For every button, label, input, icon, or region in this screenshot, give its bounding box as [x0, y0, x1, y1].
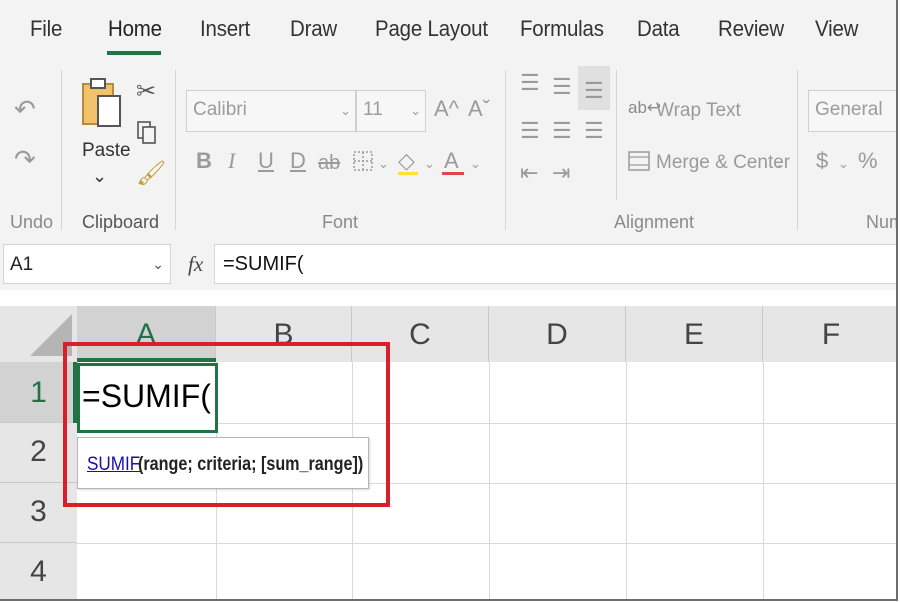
fx-icon: fx [188, 252, 204, 276]
excel-window: File Home Insert Draw Page Layout Formul… [0, 0, 898, 601]
chevron-down-icon[interactable]: ⌄ [424, 156, 435, 172]
align-middle-icon[interactable]: ☰ [552, 76, 572, 98]
group-label-undo: Undo [10, 212, 54, 232]
cut-icon[interactable]: ✂ [136, 80, 156, 104]
column-header-f[interactable]: F [763, 306, 896, 362]
highlight-box [63, 342, 390, 507]
number-format-value: General [815, 99, 883, 120]
group-label-font: Font [322, 212, 359, 232]
column-header-e[interactable]: E [626, 306, 763, 362]
align-right-icon[interactable]: ☰ [584, 120, 604, 142]
font-size-value: 11 [363, 99, 383, 120]
divider [175, 70, 176, 230]
tab-review[interactable]: Review [718, 16, 784, 42]
divider [61, 70, 62, 230]
tab-view[interactable]: View [815, 16, 858, 42]
fill-color-swatch [398, 172, 418, 175]
tab-file[interactable]: File [30, 16, 62, 42]
group-label-alignment: Alignment [614, 212, 695, 232]
insert-function-button[interactable]: fx [174, 244, 214, 284]
merge-center-button[interactable]: Merge & Center [656, 152, 790, 174]
wrap-text-button[interactable]: Wrap Text [656, 100, 741, 122]
tab-page-layout[interactable]: Page Layout [375, 16, 488, 42]
increase-font-size-button[interactable]: A^ [434, 96, 459, 122]
increase-indent-icon[interactable]: ⇥ [552, 162, 570, 184]
borders-icon[interactable] [352, 150, 378, 174]
tab-home[interactable]: Home [108, 16, 162, 42]
column-header-d[interactable]: D [489, 306, 626, 362]
font-color-button[interactable]: A [444, 148, 459, 174]
paste-label: Paste [82, 140, 131, 161]
font-color-swatch [442, 172, 464, 175]
chevron-down-icon: ⌄ [92, 166, 108, 186]
group-label-number: Num [866, 212, 896, 232]
font-family-value: Calibri [193, 99, 247, 120]
chevron-down-icon: ⌄ [410, 103, 421, 118]
tab-draw[interactable]: Draw [290, 16, 337, 42]
gridline [77, 543, 896, 544]
tab-insert[interactable]: Insert [200, 16, 250, 42]
formula-text: =SUMIF( [223, 253, 304, 275]
percent-format-button[interactable]: % [858, 148, 878, 174]
divider [616, 70, 617, 200]
align-left-icon[interactable]: ☰ [520, 120, 540, 142]
gridline [626, 362, 627, 599]
active-tab-indicator [107, 51, 161, 55]
group-label-clipboard: Clipboard [82, 212, 160, 232]
chevron-down-icon[interactable]: ⌄ [152, 256, 164, 273]
ribbon-tab-bar: File Home Insert Draw Page Layout Formul… [0, 0, 896, 62]
italic-button[interactable]: I [228, 148, 235, 174]
double-underline-button[interactable]: D [290, 148, 306, 174]
row-header-4[interactable]: 4 [0, 543, 77, 599]
currency-format-button[interactable]: $ [816, 148, 828, 174]
chevron-down-icon[interactable]: ⌄ [470, 156, 481, 172]
undo-icon[interactable]: ↶ [14, 96, 36, 122]
strikethrough-button[interactable]: ab [318, 152, 340, 175]
align-bottom-icon[interactable]: ☰ [584, 80, 604, 102]
bold-button[interactable]: B [196, 148, 212, 174]
chevron-down-icon: ⌄ [340, 103, 351, 118]
gridline [763, 362, 764, 599]
chevron-down-icon[interactable]: ⌄ [378, 156, 389, 172]
copy-icon[interactable] [136, 120, 158, 146]
redo-icon[interactable]: ↷ [14, 146, 36, 172]
fill-color-icon[interactable]: ◇ [398, 148, 415, 174]
decrease-font-size-button[interactable]: Aˇ [468, 96, 490, 122]
clipboard-icon [82, 78, 121, 127]
font-family-select[interactable]: Calibri ⌄ [186, 90, 356, 132]
align-top-icon[interactable]: ☰ [520, 72, 540, 94]
name-box-value: A1 [10, 254, 34, 275]
gridline [489, 362, 490, 599]
name-box[interactable]: A1 ⌄ [3, 244, 171, 284]
tab-data[interactable]: Data [637, 16, 680, 42]
divider [505, 70, 506, 230]
chevron-down-icon[interactable]: ⌄ [772, 156, 783, 172]
font-size-select[interactable]: 11 ⌄ [356, 90, 426, 132]
number-format-select[interactable]: General [808, 90, 896, 132]
merge-center-icon [628, 151, 650, 171]
decrease-indent-icon[interactable]: ⇤ [520, 162, 538, 184]
chevron-down-icon[interactable]: ⌄ [838, 156, 849, 172]
formula-input[interactable]: =SUMIF( [214, 244, 896, 284]
format-painter-icon[interactable]: 🖌 [136, 162, 166, 186]
underline-button[interactable]: U [258, 148, 274, 174]
divider [797, 70, 798, 230]
tab-formulas[interactable]: Formulas [520, 16, 604, 42]
align-center-icon[interactable]: ☰ [552, 120, 572, 142]
